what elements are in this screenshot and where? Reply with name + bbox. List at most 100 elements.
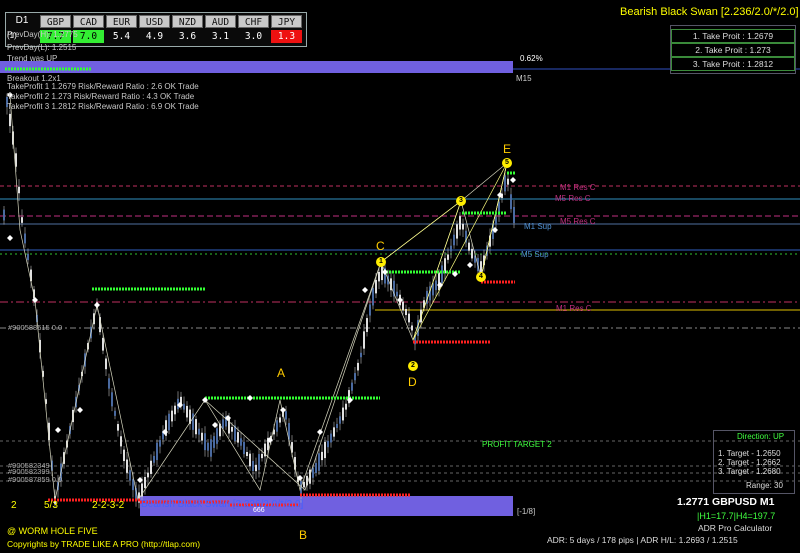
candle-body <box>201 432 203 441</box>
candle-body <box>222 419 224 429</box>
candle-body <box>372 287 374 306</box>
m1-res-low-label: M1 Res C <box>556 304 592 313</box>
candle-body <box>450 245 452 252</box>
candle-body <box>408 313 410 323</box>
take-profit-3: 3. Take Proit : 1.2812 <box>671 57 795 71</box>
candle-body <box>231 426 233 432</box>
candle-body <box>21 217 23 223</box>
target-3: 3. Target - 1.2680 <box>718 467 781 476</box>
candle-body <box>255 464 257 472</box>
strength-header-jpy: JPY <box>271 15 302 28</box>
pivot-diamond <box>7 235 13 241</box>
candle-body <box>327 440 329 448</box>
candle-body <box>246 451 248 457</box>
chart-area[interactable]: D1 GBP 7.7 CAD 7.0 EUR 5.4 USD 4.9 NZD 3.6 AUD 3.1 C… <box>0 0 800 553</box>
candle-body <box>339 416 341 424</box>
candle-body <box>456 224 458 239</box>
candle-body <box>504 175 506 192</box>
pattern-bottom-label: Bearish Black Swan [2.236/2.0/*/2.0] <box>141 499 304 510</box>
candle-body <box>342 407 344 421</box>
strength-header-eur: EUR <box>106 15 137 28</box>
candle-body <box>111 392 113 407</box>
candle-body <box>315 462 317 474</box>
brand-label: @ WORM HOLE FIVE <box>7 526 98 536</box>
strength-value-chf: 3.0 <box>244 31 263 42</box>
row-marker: (1) <box>7 31 17 40</box>
fib-pct-label: 0.62% <box>520 54 543 63</box>
candle-body <box>144 476 146 489</box>
pivot-diamond <box>94 302 100 308</box>
candle-body <box>411 325 413 331</box>
candle-body <box>345 403 347 410</box>
candle-body <box>27 253 29 261</box>
strength-value-aud: 3.1 <box>211 31 230 42</box>
candle-body <box>321 451 323 461</box>
pivot-diamond <box>467 262 473 268</box>
candle-body <box>351 382 353 391</box>
candle-body <box>129 470 131 481</box>
copyright-label: Copyrights by TRADE LIKE A PRO (http://t… <box>7 539 201 549</box>
take-profit-1: 1. Take Proit : 1.2679 <box>671 29 795 43</box>
candle-body <box>453 234 455 246</box>
target-box: 1. Target - 1.2650 2. Target - 1.2662 3.… <box>713 430 795 494</box>
strength-value-eur: 5.4 <box>112 31 131 42</box>
pivot-diamond <box>362 287 368 293</box>
candle-body <box>336 423 338 429</box>
marker-n3: 3 <box>456 196 466 206</box>
strength-header-chf: CHF <box>238 15 269 28</box>
pivot-diamond <box>510 177 516 183</box>
candle-body <box>363 331 365 349</box>
m1-res-label: M1 Res C <box>560 183 596 192</box>
candle-body <box>258 454 260 470</box>
candle-body <box>249 453 251 467</box>
candle-body <box>360 352 362 358</box>
candle-body <box>120 436 122 447</box>
candle-body <box>3 209 5 221</box>
candle-body <box>123 449 125 462</box>
candle-body <box>447 254 449 260</box>
marker-n4: 4 <box>476 272 486 282</box>
marker-n5: 5 <box>502 158 512 168</box>
candle-body <box>153 455 155 463</box>
price-symbol-label: 1.2771 GBPUSD M1 <box>677 496 775 508</box>
candle-body <box>207 442 209 451</box>
take-profit-2: 2. Take Proit : 1.273 <box>671 43 795 57</box>
candle-body <box>168 413 170 431</box>
candle-body <box>171 410 173 422</box>
candle-body <box>405 308 407 316</box>
strength-value-nzd: 3.6 <box>178 31 197 42</box>
candle-body <box>243 441 245 455</box>
zone-top <box>0 61 513 73</box>
candle-body <box>276 420 278 432</box>
pattern-point-e: E <box>503 142 512 156</box>
pattern-lines <box>9 94 508 501</box>
pivot-diamond <box>55 427 61 433</box>
wave-label-2232: 2-2-3-2 <box>92 500 125 511</box>
candle-body <box>126 459 128 473</box>
candle-body <box>441 265 443 284</box>
m5-res-top-label: M5 Res C <box>555 194 591 203</box>
pattern-bottom-code: 666 <box>253 507 265 514</box>
candle-body <box>252 460 254 472</box>
candle-body <box>198 428 200 435</box>
pattern-title: Bearish Black Swan [2.236/2.0/*/2.0] <box>620 6 799 18</box>
candle-body <box>192 413 194 430</box>
strength-value-jpy: 1.3 <box>271 30 302 43</box>
overlay-line-3: Trend was UP <box>7 54 58 63</box>
candle-body <box>462 223 464 230</box>
target-2: 2. Target - 1.2662 <box>718 458 781 467</box>
candle-body <box>183 403 185 410</box>
candle-body <box>9 113 11 127</box>
candle-body <box>402 301 404 311</box>
target-1: 1. Target - 1.2650 <box>718 449 781 458</box>
candle-body <box>105 358 107 370</box>
candle-body <box>114 410 116 416</box>
candle-body <box>357 362 359 371</box>
pattern-point-c: C <box>376 239 385 253</box>
strength-header-nzd: NZD <box>172 15 203 28</box>
level-ref-1: #900588515 0.0 <box>8 323 63 332</box>
candle-body <box>195 419 197 435</box>
level-ref-2: #900587859 0.0 <box>8 475 63 484</box>
pivot-diamond <box>77 407 83 413</box>
candle-body <box>471 248 473 259</box>
